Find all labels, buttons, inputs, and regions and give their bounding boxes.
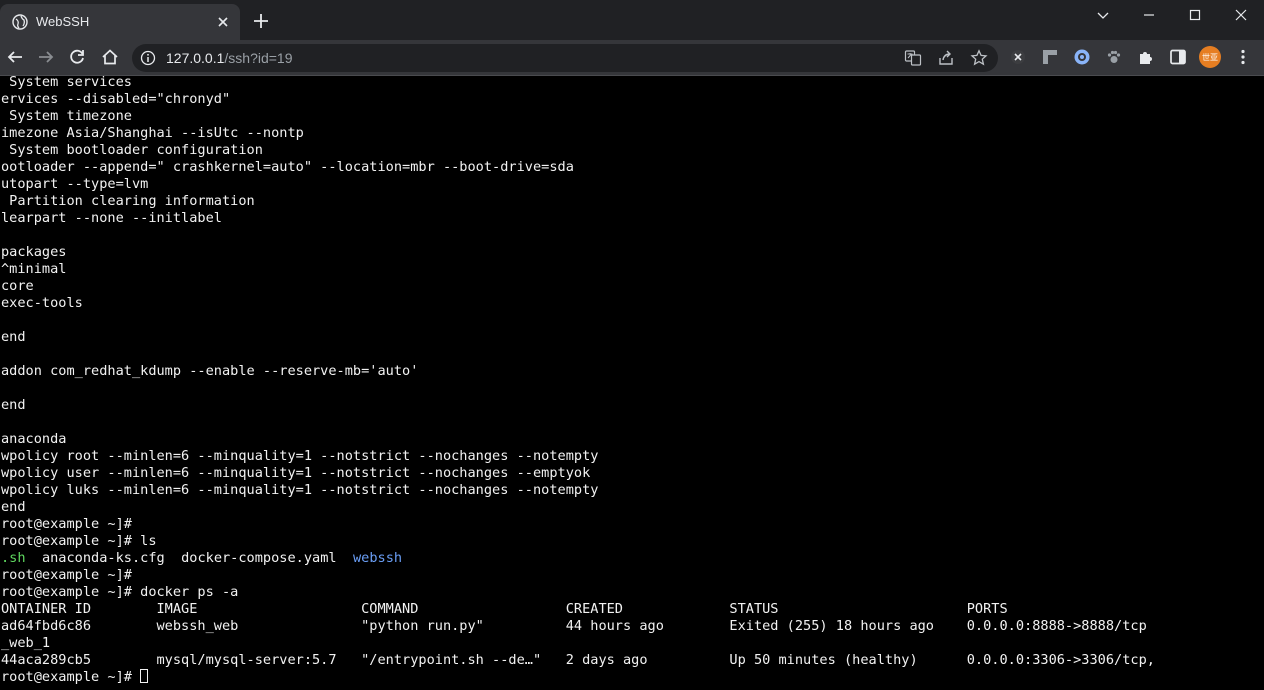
terminal-line: Partition clearing information — [1, 193, 255, 209]
terminal-line: ad64fbd6c86 webssh_web "python run.py" 4… — [1, 618, 1147, 634]
terminal-line: root@example ~]# — [1, 567, 141, 583]
terminal-line: end — [1, 397, 26, 413]
file-name: docker-compose.yaml — [181, 550, 337, 566]
file-executable: .sh — [1, 550, 26, 566]
maximize-icon[interactable] — [1172, 0, 1218, 30]
terminal-line: core — [1, 278, 34, 294]
share-icon[interactable] — [937, 49, 955, 67]
site-info-icon[interactable] — [140, 50, 156, 66]
tab-title: WebSSH — [36, 14, 90, 29]
terminal-line: ervices --disabled="chronyd" — [1, 91, 231, 107]
url-path: /ssh?id=19 — [224, 50, 293, 66]
forward-icon[interactable] — [36, 47, 56, 67]
terminal-line: imezone Asia/Shanghai --isUtc --nontp — [1, 125, 304, 141]
terminal-line: root@example ~]# — [1, 516, 141, 532]
terminal-line: end — [1, 499, 26, 515]
globe-icon — [12, 14, 28, 30]
extension-circle-icon[interactable] — [1072, 47, 1092, 67]
terminal-line: utopart --type=lvm — [1, 176, 149, 192]
terminal-cursor — [140, 669, 149, 683]
terminal-line: ^minimal — [1, 261, 67, 277]
profile-avatar[interactable]: 世亚 — [1199, 46, 1221, 68]
terminal-line: System services — [1, 76, 132, 90]
terminal-line: end — [1, 329, 26, 345]
translate-icon[interactable] — [904, 49, 922, 67]
back-icon[interactable] — [5, 47, 25, 67]
address-bar[interactable]: 127.0.0.1/ssh?id=19 — [132, 44, 998, 72]
terminal-line: ONTAINER ID IMAGE COMMAND CREATED STATUS… — [1, 601, 1008, 617]
terminal-line: learpart --none --initlabel — [1, 210, 222, 226]
terminal-line: anaconda — [1, 431, 67, 447]
extension-x-icon[interactable] — [1008, 47, 1028, 67]
terminal-line: exec-tools — [1, 295, 83, 311]
browser-toolbar: 127.0.0.1/ssh?id=19 世亚 — [0, 40, 1264, 76]
terminal-line: System bootloader configuration — [1, 142, 263, 158]
close-tab-icon[interactable] — [214, 13, 232, 31]
terminal-line: System timezone — [1, 108, 132, 124]
reload-icon[interactable] — [67, 47, 87, 67]
terminal-line: _web_1 — [1, 635, 51, 651]
terminal-screen[interactable]: System services ervices --disabled="chron… — [0, 76, 1264, 690]
terminal-line: root@example ~]# ls — [1, 533, 157, 549]
tab-search-dropdown-icon[interactable] — [1080, 0, 1126, 30]
extension-paw-icon[interactable] — [1104, 47, 1124, 67]
terminal-ls-output: .sh anaconda-ks.cfg docker-compose.yaml … — [1, 550, 402, 567]
terminal-line: 44aca289cb5 mysql/mysql-server:5.7 "/ent… — [1, 652, 1155, 668]
extension-frame-icon[interactable] — [1040, 47, 1060, 67]
extensions-puzzle-icon[interactable] — [1136, 47, 1156, 67]
terminal-line: wpolicy root --minlen=6 --minquality=1 -… — [1, 448, 599, 464]
tab-strip: WebSSH — [0, 0, 1264, 40]
close-window-icon[interactable] — [1218, 0, 1264, 30]
minimize-icon[interactable] — [1126, 0, 1172, 30]
home-icon[interactable] — [100, 47, 120, 67]
side-panel-icon[interactable] — [1168, 47, 1188, 67]
file-name: anaconda-ks.cfg — [41, 550, 165, 566]
terminal-line: wpolicy luks --minlen=6 --minquality=1 -… — [1, 482, 599, 498]
new-tab-icon[interactable] — [252, 12, 270, 30]
terminal-line: root@example ~]# — [1, 669, 149, 686]
directory-name: webssh — [352, 550, 403, 566]
terminal-line: ootloader --append=" crashkernel=auto" -… — [1, 159, 574, 175]
terminal-line: wpolicy user --minlen=6 --minquality=1 -… — [1, 465, 591, 481]
url-host: 127.0.0.1 — [166, 50, 225, 66]
kebab-menu-icon[interactable] — [1233, 47, 1253, 67]
terminal-line: root@example ~]# docker ps -a — [1, 584, 239, 600]
url-text: 127.0.0.1/ssh?id=19 — [166, 50, 293, 66]
terminal-line: packages — [1, 244, 67, 260]
bookmark-star-icon[interactable] — [970, 49, 988, 67]
tab-webssh[interactable]: WebSSH — [0, 4, 240, 40]
terminal-line: addon com_redhat_kdump --enable --reserv… — [1, 363, 419, 379]
